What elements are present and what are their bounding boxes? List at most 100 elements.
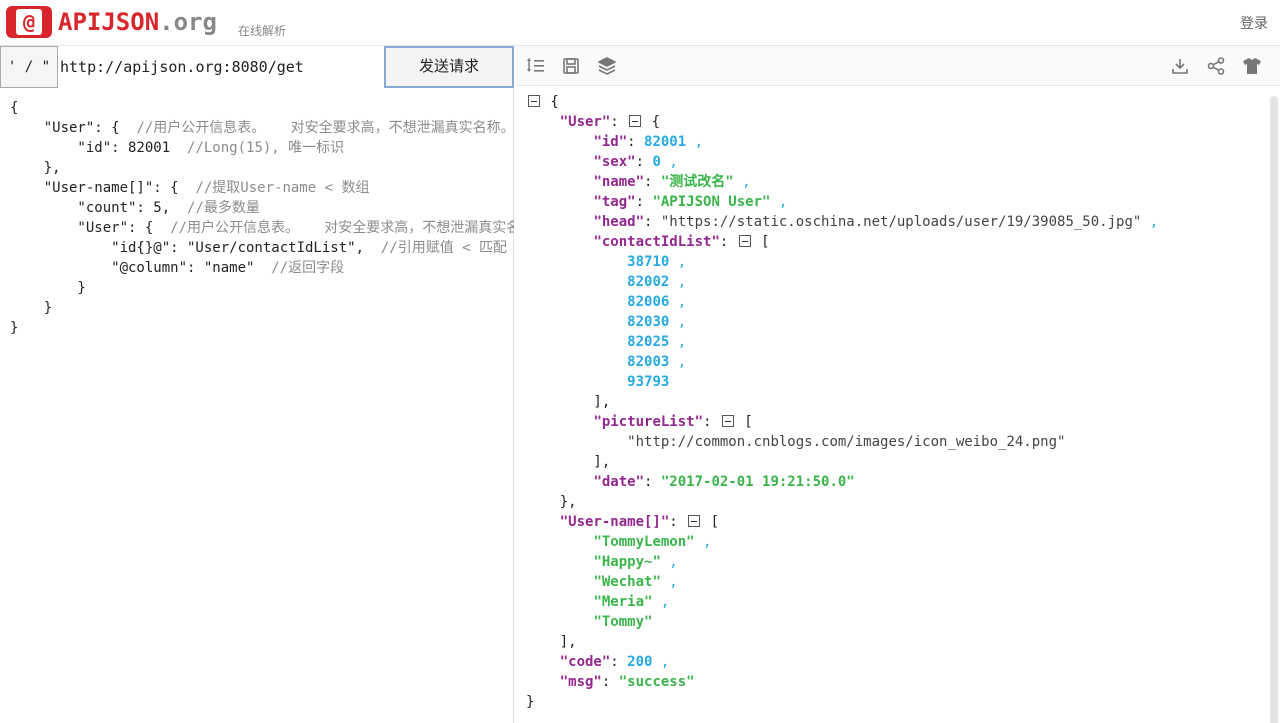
json-line: 82006 , bbox=[627, 294, 687, 310]
json-line: "msg": "success" bbox=[559, 674, 695, 690]
page-subtitle: 在线解析 bbox=[238, 24, 287, 38]
json-line: "User": { bbox=[559, 114, 661, 130]
request-comment: //引用赋值 < 匹配 bbox=[380, 240, 508, 256]
response-viewer: { "User": { "id": 82001 , "sex": 0 , "na… bbox=[516, 86, 1266, 723]
json-key: "date" bbox=[593, 474, 645, 490]
logo-name: APIJSON bbox=[58, 8, 160, 36]
save-icon[interactable] bbox=[561, 56, 581, 76]
json-line: "User-name[]": [ bbox=[559, 514, 720, 530]
list-order-icon[interactable] bbox=[526, 56, 546, 76]
json-root-open: { bbox=[526, 92, 1266, 112]
username-value: "TommyLemon" bbox=[593, 534, 695, 550]
header-bar: @ APIJSON.org 在线解析 登录 bbox=[0, 0, 1280, 46]
collapse-icon[interactable] bbox=[738, 235, 751, 247]
json-line: "code": 200 , bbox=[559, 654, 670, 670]
json-number: 200 bbox=[627, 654, 653, 670]
request-comment: //最多数量 bbox=[187, 200, 260, 216]
request-code: "id{}@": "User/contactIdList", bbox=[10, 240, 381, 256]
logo-icon[interactable]: @ bbox=[6, 6, 52, 38]
response-toolbar bbox=[516, 46, 1280, 86]
collapse-icon[interactable] bbox=[721, 415, 734, 427]
shirt-icon[interactable] bbox=[1242, 56, 1262, 76]
request-comment: //Long(15), 唯一标识 bbox=[187, 140, 345, 156]
contact-id-value: 82003 bbox=[627, 354, 670, 370]
contact-id-value: 82002 bbox=[627, 274, 670, 290]
json-string: "2017-02-01 19:21:50.0" bbox=[660, 474, 855, 490]
response-scrollbar[interactable] bbox=[1270, 96, 1278, 723]
request-line: "id": 82001 //Long(15), 唯一标识 bbox=[10, 138, 514, 158]
request-code: "id": 82001 bbox=[10, 140, 188, 156]
json-key: "id" bbox=[593, 134, 628, 150]
logo-symbol: @ bbox=[22, 10, 36, 34]
json-line: "pictureList": [ bbox=[593, 414, 753, 430]
url-input[interactable] bbox=[58, 46, 384, 88]
contact-id-value: 82025 bbox=[627, 334, 670, 350]
json-line: ], bbox=[526, 634, 577, 650]
request-line: } bbox=[10, 318, 514, 338]
request-line: "count": 5, //最多数量 bbox=[10, 198, 514, 218]
request-comment: //提取User-name < 数组 bbox=[195, 180, 370, 196]
contact-id-list: 38710 , 82002 , 82006 , 82030 , 82025 , … bbox=[526, 252, 1266, 392]
json-line: 82002 , bbox=[627, 274, 687, 290]
request-code: "User": { bbox=[10, 120, 137, 136]
collapse-icon[interactable] bbox=[629, 115, 642, 127]
login-link[interactable]: 登录 bbox=[1240, 13, 1268, 33]
json-line: "id": 82001 , bbox=[593, 134, 704, 150]
request-line: "id{}@": "User/contactIdList", //引用赋值 < … bbox=[10, 238, 514, 258]
contact-id-value: 82006 bbox=[627, 294, 670, 310]
share-icon[interactable] bbox=[1206, 56, 1226, 76]
request-comment: //用户公开信息表。 对安全要求高，不想泄漏真实名 bbox=[170, 220, 514, 236]
json-url-string[interactable]: "http://common.cnblogs.com/images/icon_w… bbox=[627, 434, 1065, 450]
download-icon[interactable] bbox=[1170, 56, 1190, 76]
json-line: "sex": 0 , bbox=[593, 154, 678, 170]
json-line: 82025 , bbox=[627, 334, 687, 350]
request-line: } bbox=[10, 278, 514, 298]
json-root-close: } bbox=[526, 694, 535, 710]
request-code: "@column": "name" bbox=[10, 260, 272, 276]
request-comment: //返回字段 bbox=[271, 260, 345, 276]
request-line: { bbox=[10, 98, 514, 118]
json-line: "head": "https://static.oschina.net/uplo… bbox=[593, 214, 1159, 230]
request-code: { bbox=[10, 100, 19, 116]
username-value: "Wechat" bbox=[593, 574, 661, 590]
json-key: "tag" bbox=[593, 194, 636, 210]
logo-text[interactable]: APIJSON.org bbox=[58, 8, 217, 36]
username-value: "Tommy" bbox=[593, 614, 653, 630]
json-line: "Happy~" , bbox=[593, 554, 678, 570]
json-key: "head" bbox=[593, 214, 645, 230]
username-list: "TommyLemon" , "Happy~" , "Wechat" , "Me… bbox=[526, 532, 1266, 632]
json-key: "sex" bbox=[593, 154, 636, 170]
json-line: 82030 , bbox=[627, 314, 687, 330]
json-number: 82001 bbox=[644, 134, 687, 150]
request-line: "@column": "name" //返回字段 bbox=[10, 258, 514, 278]
json-key: "msg" bbox=[559, 674, 602, 690]
send-request-button[interactable]: 发送请求 bbox=[384, 46, 514, 88]
request-code: "count": 5, bbox=[10, 200, 188, 216]
collapse-icon[interactable] bbox=[688, 515, 701, 527]
request-code: } bbox=[10, 280, 86, 296]
contact-id-value: 93793 bbox=[627, 374, 670, 390]
json-line: ], bbox=[526, 454, 611, 470]
json-url-string[interactable]: "https://static.oschina.net/uploads/user… bbox=[661, 214, 1141, 230]
layers-icon[interactable] bbox=[597, 56, 617, 76]
username-value: "Happy~" bbox=[593, 554, 661, 570]
json-line: 82003 , bbox=[627, 354, 687, 370]
request-line: "User": { //用户公开信息表。 对安全要求高，不想泄漏真实名 bbox=[10, 218, 514, 238]
json-string: "APIJSON User" bbox=[652, 194, 771, 210]
contact-id-value: 38710 bbox=[627, 254, 670, 270]
collapse-icon[interactable] bbox=[528, 95, 540, 107]
request-code: } bbox=[10, 320, 19, 336]
username-value: "Meria" bbox=[593, 594, 653, 610]
method-toggle-button[interactable]: ' / " bbox=[0, 46, 58, 88]
request-body-editor[interactable]: { "User": { //用户公开信息表。 对安全要求高，不想泄漏真实名称。对… bbox=[0, 88, 514, 723]
json-line: "TommyLemon" , bbox=[593, 534, 712, 550]
logo-ext: .org bbox=[159, 8, 217, 36]
json-line: 38710 , bbox=[627, 254, 687, 270]
json-line: "Tommy" bbox=[526, 612, 1266, 632]
request-panel: ' / " 发送请求 { "User": { //用户公开信息表。 对安全要求高… bbox=[0, 46, 514, 723]
request-comment: //用户公开信息表。 对安全要求高，不想泄漏真实名称。对 bbox=[136, 120, 514, 136]
request-line: } bbox=[10, 298, 514, 318]
json-line: ], bbox=[526, 394, 611, 410]
request-line: "User-name[]": { //提取User-name < 数组 bbox=[10, 178, 514, 198]
json-line: 93793 bbox=[526, 372, 1266, 392]
